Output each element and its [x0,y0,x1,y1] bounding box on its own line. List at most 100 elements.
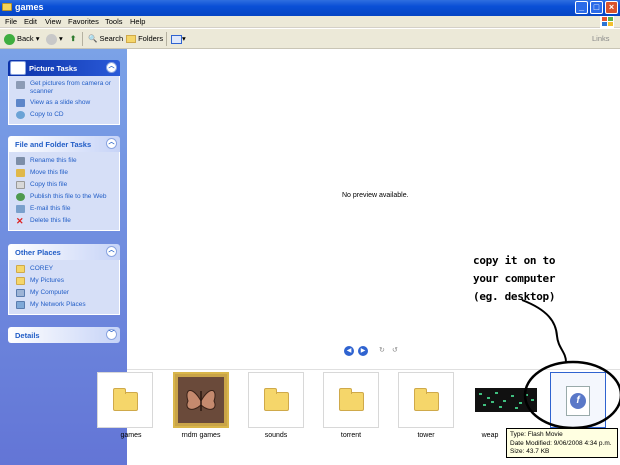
folder-icon [264,388,289,411]
task-slideshow[interactable]: View as a slide show [9,97,119,109]
preview-pane: No preview available. ◀ ▶ ↻ ↺ [127,49,620,369]
folders-icon [126,35,136,44]
toolbar-separator [166,32,167,46]
collapse-chevron-icon[interactable]: ︿ [106,62,117,73]
filmstrip-thumb-sounds[interactable] [248,372,304,428]
task-move[interactable]: Move this file [9,167,119,179]
toolbar: Back ▾ ▾ ⬆ 🔍 Search Folders ▾ Links [0,29,620,49]
file-folder-tasks-header[interactable]: File and Folder Tasks ︿ [8,136,120,152]
task-copy-cd[interactable]: Copy to CD [9,109,119,121]
move-icon [16,169,25,177]
place-my-pictures[interactable]: My Pictures [9,275,119,287]
maximize-button[interactable]: □ [590,1,603,14]
no-preview-message: No preview available. [342,192,409,199]
file-info-tooltip: Type: Flash Movie Date Modified: 9/06/20… [506,428,618,458]
annotation-text: copy it on to your computer (eg. desktop… [473,252,556,306]
cd-icon [16,111,25,119]
back-arrow-icon [4,33,15,45]
menu-tools[interactable]: Tools [105,17,123,26]
my-pictures-icon [16,277,25,285]
expand-chevron-icon[interactable]: ﹀ [106,329,117,340]
task-publish[interactable]: Publish this file to the Web [9,191,119,203]
annotation-line: copy it on to [473,254,556,267]
place-corey[interactable]: COREY [9,263,119,275]
filmstrip-thumb-torrent[interactable] [323,372,379,428]
windows-logo-icon [600,16,614,28]
folder-icon [2,3,12,11]
search-button[interactable]: 🔍 Search [88,32,123,46]
details-panel: Details ﹀ [8,327,120,343]
slideshow-icon [16,99,25,107]
forward-arrow-icon [46,33,57,45]
window-title: games [15,2,44,12]
file-folder-tasks-title: File and Folder Tasks [15,140,92,149]
flash-logo-icon: f [570,393,586,409]
next-image-button[interactable]: ▶ [358,346,368,356]
filmstrip-label: rndm games [181,432,221,439]
filmstrip-thumb-weap[interactable] [473,372,537,428]
menu-view[interactable]: View [45,17,61,26]
menu-favorites[interactable]: Favorites [68,17,99,26]
menu-file[interactable]: File [5,17,17,26]
folder-icon [414,388,439,411]
folder-icon [113,388,138,411]
toolbar-separator [82,32,83,46]
picture-tasks-body: Get pictures from camera or scanner View… [8,76,120,125]
filmstrip-label: sounds [264,432,288,439]
views-button[interactable]: ▾ [171,32,186,46]
filmstrip-thumb-rndm-games[interactable] [173,372,229,428]
minimize-button[interactable]: _ [575,1,588,14]
picture-tasks-header[interactable]: Picture Tasks ︿ [8,60,120,76]
rotate-counterclockwise-icon[interactable]: ↺ [392,347,401,355]
details-title: Details [15,331,40,340]
collapse-chevron-icon[interactable]: ︿ [106,246,117,257]
rename-icon [16,157,25,165]
butterfly-icon [186,390,216,411]
picture-icon [10,61,26,75]
task-delete[interactable]: ✕ Delete this file [9,215,119,227]
globe-icon [16,193,25,201]
tooltip-date: Date Modified: 9/06/2008 4:34 p.m. [510,439,612,447]
back-button[interactable]: Back ▾ [4,32,40,46]
filmstrip-label: games [120,432,142,439]
folder-icon [16,265,25,273]
picture-tasks-panel: Picture Tasks ︿ Get pictures from camera… [8,60,120,125]
filmstrip-thumb-tower[interactable] [398,372,454,428]
filmstrip-thumb-games[interactable] [97,372,153,428]
place-my-computer[interactable]: My Computer [9,287,119,299]
menu-edit[interactable]: Edit [24,17,37,26]
folder-icon [339,388,364,411]
copy-icon [16,181,25,189]
task-copy[interactable]: Copy this file [9,179,119,191]
place-network[interactable]: My Network Places [9,299,119,311]
task-rename[interactable]: Rename this file [9,155,119,167]
forward-button[interactable]: ▾ [46,32,63,46]
email-icon [16,205,25,213]
file-folder-tasks-panel: File and Folder Tasks ︿ Rename this file… [8,136,120,231]
collapse-chevron-icon[interactable]: ︿ [106,138,117,149]
details-header[interactable]: Details ﹀ [8,327,120,343]
other-places-body: COREY My Pictures My Computer My Network… [8,260,120,315]
other-places-header[interactable]: Other Places ︿ [8,244,120,260]
tooltip-type: Type: Flash Movie [510,431,563,438]
weapon-pattern-icon [479,392,534,409]
annotation-line: your computer [473,272,556,285]
menu-help[interactable]: Help [130,17,145,26]
annotation-line: (eg. desktop) [473,290,556,303]
delete-icon: ✕ [16,216,24,226]
up-folder-icon[interactable]: ⬆ [70,32,76,46]
weapon-image [475,388,537,412]
search-icon: 🔍 [88,34,98,43]
task-get-pictures[interactable]: Get pictures from camera or scanner [9,79,119,97]
rotate-clockwise-icon[interactable]: ↻ [379,347,388,355]
picture-tasks-title: Picture Tasks [29,64,78,73]
close-button[interactable]: × [605,1,618,14]
file-folder-tasks-body: Rename this file Move this file Copy thi… [8,152,120,231]
filmstrip-thumb-flash-movie[interactable]: f [550,372,606,428]
previous-image-button[interactable]: ◀ [344,346,354,356]
links-button[interactable]: Links [592,32,610,46]
folders-button[interactable]: Folders [126,32,163,46]
camera-icon [16,81,25,89]
other-places-panel: Other Places ︿ COREY My Pictures My Comp… [8,244,120,315]
task-email[interactable]: E-mail this file [9,203,119,215]
